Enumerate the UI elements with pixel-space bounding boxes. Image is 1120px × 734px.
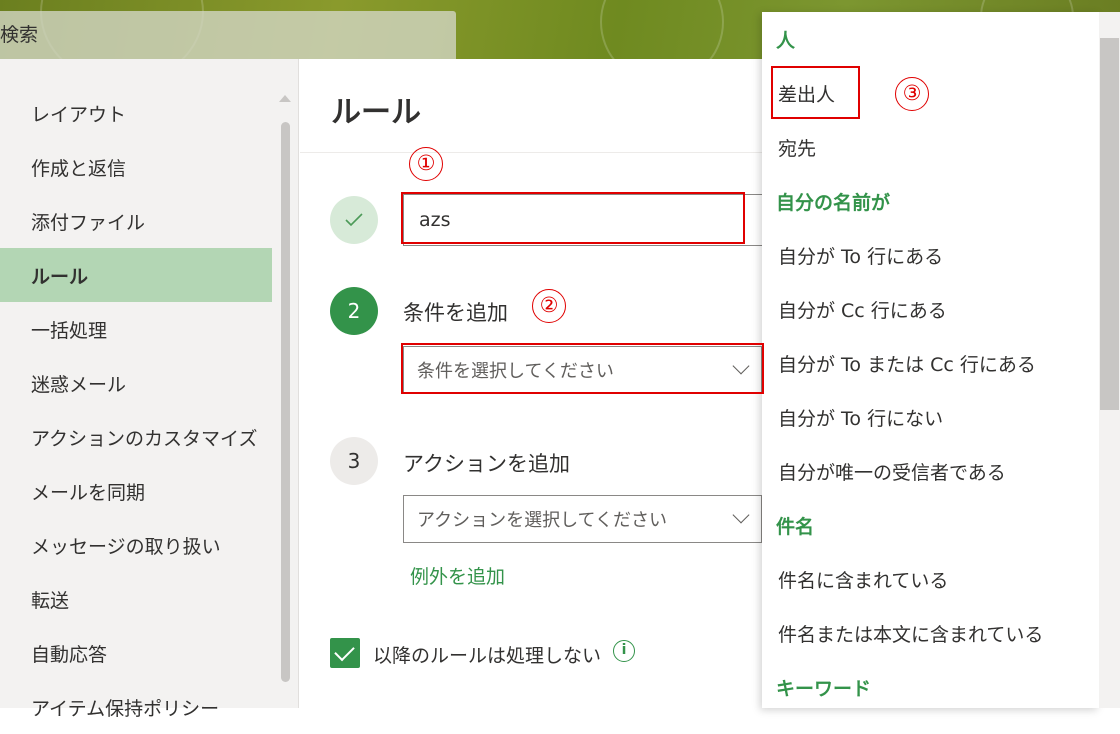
chevron-down-icon [732, 357, 750, 375]
sidebar-item-junk-email[interactable]: 迷惑メール [0, 356, 272, 410]
condition-select[interactable]: 条件を選択してください [403, 346, 762, 394]
check-icon [345, 213, 363, 227]
chevron-down-icon [732, 506, 750, 524]
dropdown-option-subject-or-body-includes[interactable]: 件名または本文に含まれている [762, 606, 1099, 660]
dropdown-group-my-name: 自分の名前が [776, 191, 891, 214]
title-divider [300, 152, 762, 153]
banner-decoration [600, 0, 724, 59]
add-action-label: アクションを追加 [403, 452, 570, 476]
sidebar-item-message-handling[interactable]: メッセージの取り扱い [0, 518, 272, 572]
sidebar-item-forwarding[interactable]: 転送 [0, 572, 272, 626]
sidebar-item-sync-email[interactable]: メールを同期 [0, 464, 272, 518]
search-box[interactable] [0, 11, 456, 59]
dropdown-option-cc-line[interactable]: 自分が Cc 行にある [762, 282, 1099, 336]
search-input[interactable] [0, 24, 440, 46]
stop-processing-label: 以降のルールは処理しない [373, 645, 602, 667]
dropdown-option-subject-includes[interactable]: 件名に含まれている [762, 552, 1099, 606]
info-icon[interactable]: i [613, 640, 635, 662]
sidebar-item-rules[interactable]: ルール [0, 248, 272, 302]
sidebar-scrollbar[interactable] [281, 122, 290, 682]
stop-processing-checkbox[interactable] [330, 638, 360, 668]
sidebar-item-layout[interactable]: レイアウト [0, 86, 272, 140]
sidebar-item-compose-reply[interactable]: 作成と返信 [0, 140, 272, 194]
rule-editor: ルール 2 条件を追加 条件を選択してください 3 アクションを追加 アクション… [300, 59, 762, 708]
scroll-up-arrow-icon[interactable] [279, 95, 291, 102]
annotation-marker-3: ③ [895, 77, 929, 111]
action-select[interactable]: アクションを選択してください [403, 495, 762, 543]
dropdown-group-subject: 件名 [776, 515, 815, 538]
sidebar-item-customize-actions[interactable]: アクションのカスタマイズ [0, 410, 272, 464]
sidebar-item-retention-policies[interactable]: アイテム保持ポリシー [0, 680, 272, 734]
dropdown-option-only-recipient[interactable]: 自分が唯一の受信者である [762, 444, 1099, 498]
sidebar-item-automatic-replies[interactable]: 自動応答 [0, 626, 272, 680]
annotation-marker-1: ① [409, 147, 443, 181]
page-title: ルール [331, 95, 421, 130]
condition-dropdown-list: 人 差出人 宛先 自分の名前が 自分が To 行にある 自分が Cc 行にある … [762, 12, 1099, 708]
dropdown-group-keywords: キーワード [776, 677, 872, 700]
rule-name-field[interactable] [403, 194, 762, 246]
action-select-placeholder: アクションを選択してください [417, 510, 668, 531]
condition-select-placeholder: 条件を選択してください [417, 361, 614, 382]
step-3-number: 3 [330, 437, 378, 485]
dropdown-option-to[interactable]: 宛先 [762, 120, 1099, 174]
dropdown-option-not-to-line[interactable]: 自分が To 行にない [762, 390, 1099, 444]
annotation-marker-2: ② [532, 289, 566, 323]
dropdown-option-to-or-cc-line[interactable]: 自分が To または Cc 行にある [762, 336, 1099, 390]
checkmark-icon [334, 640, 355, 662]
dropdown-option-from[interactable]: 差出人 [762, 66, 1099, 120]
dropdown-scrollbar-thumb[interactable] [1100, 38, 1119, 410]
step-1-complete-check-icon [330, 196, 378, 244]
dropdown-group-people: 人 [776, 29, 796, 52]
sidebar-item-attachments[interactable]: 添付ファイル [0, 194, 272, 248]
add-condition-label: 条件を追加 [403, 301, 508, 325]
rule-name-input[interactable] [417, 208, 741, 232]
sidebar-item-sweep[interactable]: 一括処理 [0, 302, 272, 356]
step-2-number: 2 [330, 287, 378, 335]
settings-sidebar: レイアウト 作成と返信 添付ファイル ルール 一括処理 迷惑メール アクションの… [0, 59, 299, 720]
add-exception-link[interactable]: 例外を追加 [410, 562, 505, 589]
dropdown-option-to-line[interactable]: 自分が To 行にある [762, 228, 1099, 282]
